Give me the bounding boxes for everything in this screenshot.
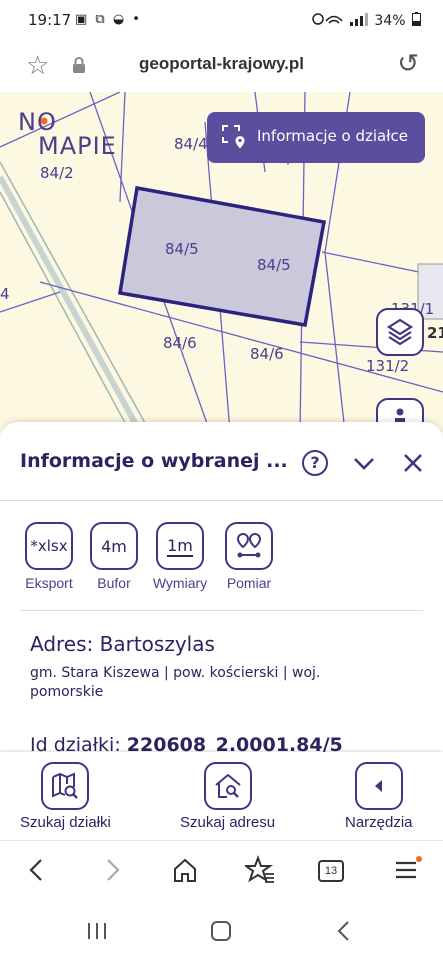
parcel-label: 131/2 <box>366 357 410 375</box>
address-heading: Adres: Bartoszylas <box>30 632 215 656</box>
dimensions-icon-text: 1m <box>167 535 193 557</box>
export-label: Eksport <box>25 575 73 591</box>
parcel-id-label: Id działki: <box>30 734 121 754</box>
parcel-info-label: Informacje o działce <box>257 127 408 145</box>
buffer-label: Bufor <box>97 575 131 591</box>
parcel-label: 84/6 <box>163 334 197 352</box>
panel-divider <box>20 610 423 611</box>
map-view[interactable]: NO MAPIE 84/2 84/4 84/4 84/5 84/5 84/6 8… <box>0 92 443 432</box>
panel-divider <box>0 500 443 501</box>
buffer-tool[interactable]: 4m Bufor <box>82 522 146 591</box>
search-address-label: Szukaj adresu <box>180 814 276 831</box>
parcel-label: 84/2 <box>40 164 74 182</box>
triangle-left-icon <box>374 780 382 792</box>
search-address-button[interactable] <box>203 762 252 810</box>
buffer-button[interactable]: 4m <box>90 522 138 570</box>
layers-button[interactable] <box>376 308 424 356</box>
parcel-label: 84/5 <box>165 240 199 258</box>
bookmarks-icon[interactable] <box>245 855 275 885</box>
search-address-nav[interactable]: Szukaj adresu <box>180 762 275 831</box>
app-bottom-nav: Szukaj działki Szukaj adresu Narzędzia <box>0 752 443 840</box>
parcel-label: 4 <box>0 285 10 303</box>
tabs-button[interactable]: 13 <box>318 860 344 882</box>
tabs-count: 13 <box>324 865 338 877</box>
system-back-icon[interactable] <box>330 916 360 946</box>
parcel-info-button[interactable]: Informacje o działce <box>207 112 425 163</box>
parcel-label: 84/5 <box>257 256 291 274</box>
search-parcel-nav[interactable]: Szukaj działki <box>20 762 111 831</box>
export-icon-text: *xlsx <box>30 537 68 555</box>
close-icon[interactable] <box>400 450 426 476</box>
measure-pins-icon <box>236 532 262 558</box>
parcel-info-panel: Informacje o wybranej ... ? *xlsx Ekspor… <box>0 422 443 754</box>
parcel-select-icon <box>222 125 245 149</box>
dimensions-tool[interactable]: 1m Wymiary <box>148 522 212 591</box>
search-parcel-label: Szukaj działki <box>20 814 111 831</box>
forward-icon[interactable] <box>97 855 127 885</box>
measure-tool[interactable]: Pomiar <box>217 522 281 591</box>
map-search-icon <box>52 772 79 799</box>
measure-button[interactable] <box>225 522 273 570</box>
back-icon[interactable] <box>22 855 52 885</box>
logo-dot-icon <box>40 117 48 125</box>
reload-icon[interactable]: ↺ <box>397 49 419 79</box>
dimensions-button[interactable]: 1m <box>156 522 204 570</box>
menu-icon[interactable] <box>392 855 422 885</box>
browser-toolbar: 13 <box>0 840 443 902</box>
status-notification-icons: ▣ ⧉ ◒ • <box>75 12 142 27</box>
parcel-label: 84/6 <box>250 345 284 363</box>
android-nav-bar <box>0 902 443 960</box>
battery-percent: 34% <box>374 13 406 29</box>
home-button-icon[interactable] <box>206 916 236 946</box>
browser-url-bar: ☆ geoportal-krajowy.pl ↺ <box>0 42 443 92</box>
app-logo: NO MAPIE <box>18 110 117 158</box>
search-parcel-button[interactable] <box>41 762 90 810</box>
building-number: 21 <box>427 324 443 342</box>
status-bar: 19:17 ▣ ⧉ ◒ • 34% <box>0 0 443 42</box>
url-text[interactable]: geoportal-krajowy.pl <box>0 54 443 74</box>
chevron-down-icon[interactable] <box>350 450 378 476</box>
battery-icon <box>412 12 421 26</box>
parcel-id-line: Id działki: 220608_2.0001.84/5 <box>30 734 343 754</box>
home-search-icon <box>214 773 241 798</box>
tools-label: Narzędzia <box>345 814 413 831</box>
panel-title: Informacje o wybranej ... <box>20 450 288 472</box>
home-icon[interactable] <box>170 855 200 885</box>
status-time: 19:17 <box>28 11 72 29</box>
logo-line-2: MAPIE <box>38 132 117 160</box>
layers-icon <box>386 318 414 346</box>
tools-button[interactable] <box>354 762 403 810</box>
signal-wifi-icon <box>312 13 369 26</box>
tools-nav[interactable]: Narzędzia <box>345 762 413 831</box>
buffer-icon-text: 4m <box>101 536 127 556</box>
measure-label: Pomiar <box>226 575 272 591</box>
address-details: gm. Stara Kiszewa | pow. kościerski | wo… <box>30 665 321 700</box>
parcel-id-value: 220608_2.0001.84/5 <box>126 734 343 754</box>
dimensions-label: Wymiary <box>152 575 208 591</box>
parcel-label: 84/4 <box>174 135 208 153</box>
export-button[interactable]: *xlsx <box>25 522 73 570</box>
help-button[interactable]: ? <box>302 450 328 476</box>
recent-apps-icon[interactable] <box>82 916 112 946</box>
status-battery-area: 34% <box>312 11 421 29</box>
export-tool[interactable]: *xlsx Eksport <box>17 522 81 591</box>
